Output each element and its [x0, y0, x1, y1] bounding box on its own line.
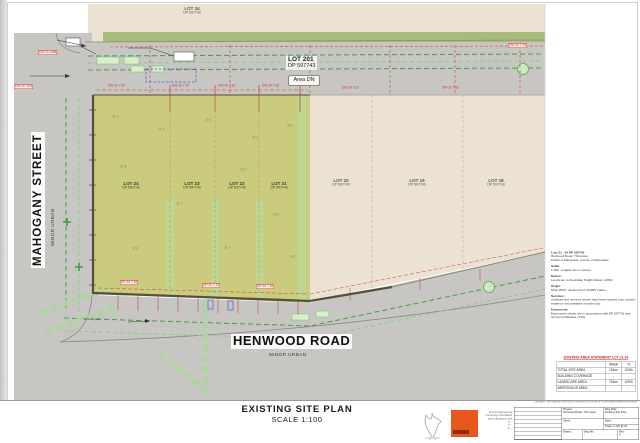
lot-dp: DP 597743: [170, 11, 215, 15]
site-plan-sheet: LOT 34 DP 597743 LOT 201 DP 597743 Area …: [0, 0, 640, 443]
address-line: w. -: [479, 427, 512, 430]
spot-level: 31.1: [176, 202, 189, 210]
lot-label-18: LOT 18 DP 597743: [451, 178, 541, 196]
company-address: land & engineering surveying consultants…: [446, 411, 512, 443]
revision-table: [515, 408, 562, 440]
spot-level: 31.4: [224, 246, 237, 254]
dim-annotation: DW 20 7.32: [172, 84, 206, 92]
cell-dwg-no: Dwg No:-: [583, 430, 618, 440]
street-name: MAHOGANY STREET: [32, 134, 44, 266]
dim-annotation: DW 20 3.05: [14, 84, 52, 94]
area-dn-text: Area DN: [293, 77, 314, 83]
note-line: Parish of Macquarie, County of Macquarie: [551, 258, 639, 262]
dim-annotation: DP 20 7.32: [202, 283, 238, 293]
note-line: MGA 2020 - derived from SCIMS marks.: [551, 288, 639, 292]
dim-annotation: DW 20 4.88: [38, 50, 76, 60]
street-type: MINOR URBAN: [50, 208, 55, 246]
dim-annotation: DW 20 7.32: [442, 86, 476, 94]
lot-label-north: LOT 34 DP 597743: [147, 6, 237, 24]
lot-dp: DP 597743: [257, 186, 302, 190]
dim-annotation: DW 20 7.32: [218, 84, 252, 92]
spot-level: 31.9: [158, 128, 171, 136]
note-line: 1:100 - lengths are in metres.: [551, 268, 639, 272]
copyright-note: Copyright - this drawing must not be rep…: [390, 401, 638, 407]
spot-level: 32.1: [205, 118, 218, 126]
note-line: Underground services shown have been loc…: [551, 298, 639, 305]
note-line: Easements shown are in accordance with D…: [551, 312, 639, 319]
drawing-scale-text: SCALE 1:100: [212, 416, 382, 425]
lot-dp: DP 597743: [288, 63, 315, 69]
cell-client: Client:-: [562, 419, 604, 430]
street-name: HENWOOD ROAD: [233, 333, 350, 348]
dim-annotation: DW 20 7.32: [108, 84, 142, 92]
lot-dp: DP 597743: [319, 183, 364, 187]
dim-annotation: DP 20 7.32: [256, 284, 292, 294]
street-type: MINOR URBAN: [269, 352, 307, 357]
street-label-mahogany: MAHOGANY STREET: [31, 132, 45, 268]
cell-rev: Rev:A: [618, 430, 639, 440]
note-line: Levels are to Australian Height Datum (A…: [551, 278, 639, 282]
spot-level: 32.2: [240, 168, 253, 176]
title-block: Project:Henwood Road, Thrumster Dwg Titl…: [514, 407, 640, 443]
cell-dwg-title: Dwg Title:Existing Site Plan: [604, 408, 639, 419]
site-linework: [0, 0, 640, 443]
area-table-title: EXISTING AREA STATEMENT LOT 21-24: [556, 356, 636, 360]
cell-project: Project:Henwood Road, Thrumster: [562, 408, 604, 419]
dim-annotation: DW 20 7.32: [262, 84, 296, 92]
dim-annotation: DP 20 7.32: [120, 280, 156, 290]
spot-level: 31.5: [112, 115, 125, 123]
table-row: IMPERVIOUS AREA--: [556, 385, 636, 391]
dim-annotation: DW 20 7.32: [342, 86, 376, 94]
spot-level: 30.7: [290, 255, 303, 263]
lot-dp: DP 597743: [474, 183, 519, 187]
cell-drawn: Drawn:-: [562, 430, 583, 440]
spot-level: 30.9: [273, 213, 286, 221]
street-label-henwood: HENWOOD ROAD: [231, 334, 352, 349]
drawing-title: EXISTING SITE PLAN SCALE 1:100: [212, 405, 382, 425]
spot-level: 32.4: [287, 124, 300, 132]
spot-level: 31.2: [252, 136, 265, 144]
lot-label-19: LOT 19 DP 597743: [372, 178, 462, 196]
lot-name: LOT 201: [288, 56, 315, 63]
spot-level: 31.6: [132, 247, 145, 255]
street-type-henwood: MINOR URBAN: [269, 352, 344, 363]
lot-label-road: LOT 201 DP 597743: [286, 56, 317, 70]
kerb-note: kerb & gutter: [84, 318, 118, 325]
spot-level: 31.8: [120, 165, 133, 173]
lot-dp: DP 597743: [395, 183, 440, 187]
street-type-mahogany: MINOR URBAN: [50, 171, 61, 246]
dim-annotation: DW 20 7.32: [508, 43, 546, 53]
